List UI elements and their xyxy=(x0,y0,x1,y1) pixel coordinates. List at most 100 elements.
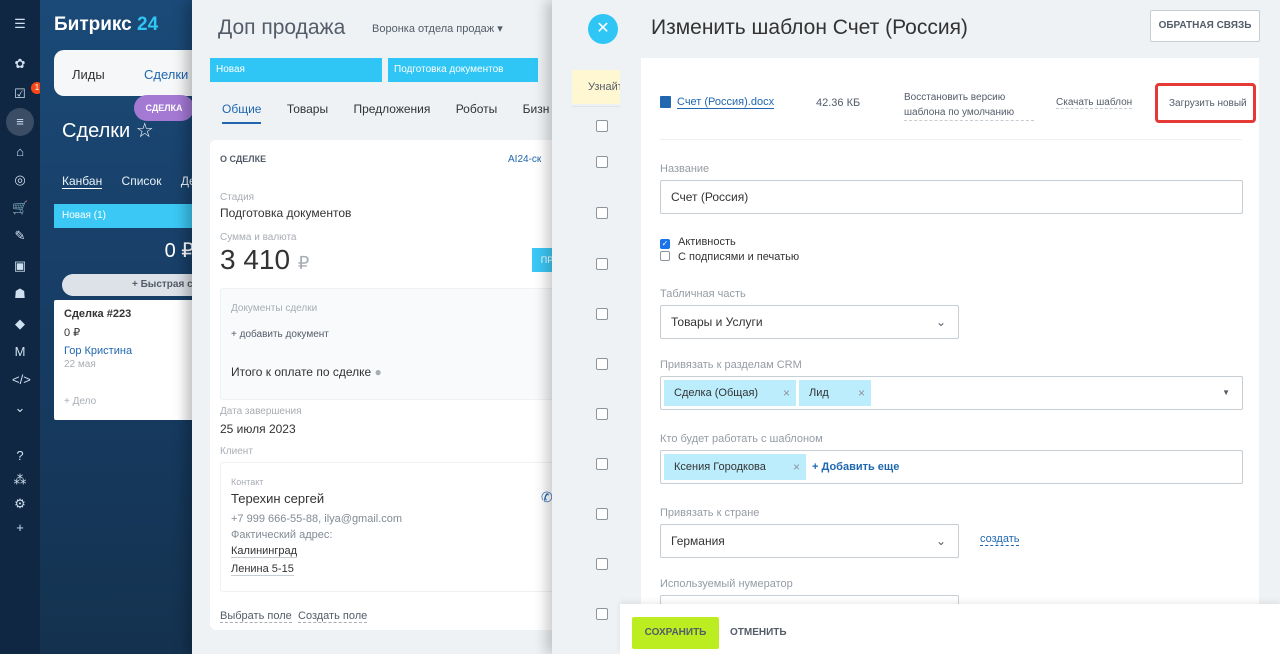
create-country-link[interactable]: создать xyxy=(980,533,1020,546)
menu-leads[interactable]: Лиды xyxy=(72,67,105,82)
star-icon[interactable]: ☆ xyxy=(136,120,154,142)
tab-general[interactable]: Общие xyxy=(222,102,262,124)
stage-new[interactable]: Новая xyxy=(210,58,382,82)
tab-business[interactable]: Бизн xyxy=(523,102,550,116)
cancel-button[interactable]: ОТМЕНИТЬ xyxy=(730,617,787,649)
contact-card-icon[interactable]: ▣ xyxy=(12,258,28,274)
client-block: Контакт Терехин сергей +7 999 666-55-88,… xyxy=(220,462,560,592)
crm-tag: Сделка (Общая) × xyxy=(664,380,796,406)
tab-kanban[interactable]: Канбан xyxy=(62,174,103,189)
help-icon[interactable]: ? xyxy=(12,448,28,464)
deal-card-sum: 0 ₽ xyxy=(64,327,81,339)
tab-offers[interactable]: Предложения xyxy=(353,102,430,116)
numerator-select[interactable] xyxy=(660,595,959,604)
table-part-select[interactable]: Товары и Услуги ⌄ xyxy=(660,305,959,339)
deal-card-add-task[interactable]: + Дело xyxy=(64,396,194,407)
row-checkbox[interactable] xyxy=(596,558,608,570)
info-icon: ● xyxy=(374,365,382,379)
remove-tag-icon[interactable]: × xyxy=(783,380,790,406)
target-icon[interactable]: ◎ xyxy=(12,172,28,188)
upload-new-highlight: Загрузить новый xyxy=(1155,83,1256,123)
crm-sections-field[interactable]: Сделка (Общая) × Лид × ▼ xyxy=(660,376,1243,410)
name-input[interactable]: Счет (Россия) xyxy=(660,180,1243,214)
storage-icon[interactable]: ◆ xyxy=(12,316,28,332)
tab-robots[interactable]: Роботы xyxy=(456,102,498,116)
sign-icon[interactable]: ✎ xyxy=(12,228,28,244)
more-icon[interactable]: ⌄ xyxy=(12,400,28,416)
active-checkbox[interactable]: ✓ xyxy=(660,239,670,249)
shop-cart-icon[interactable]: 🛒 xyxy=(12,200,28,216)
stage-value: Подготовка документов xyxy=(220,206,352,220)
remove-tag-icon[interactable]: × xyxy=(858,380,865,406)
editor-footer: СОХРАНИТЬ ОТМЕНИТЬ xyxy=(620,604,1280,654)
tab-list[interactable]: Список xyxy=(122,174,162,188)
add-plus-icon[interactable]: + xyxy=(12,520,28,536)
tab-products[interactable]: Товары xyxy=(287,102,328,116)
stamps-checkbox[interactable] xyxy=(660,251,670,261)
sum-value: 3 410 ₽ xyxy=(220,244,310,275)
end-date-label: Дата завершения xyxy=(220,406,302,417)
create-field-link[interactable]: Создать поле xyxy=(298,610,368,623)
download-template-link[interactable]: Скачать шаблон xyxy=(1056,97,1133,109)
crm-funnel-icon[interactable]: ≡ xyxy=(12,114,28,130)
bitrix-logo: Битрикс 24 xyxy=(54,14,159,35)
kanban-deal-card[interactable]: Сделка #223 0 ₽ Гор Кристина 22 мая + Де… xyxy=(54,300,204,420)
add-more-link[interactable]: + Добавить еще xyxy=(812,451,899,483)
upload-new-link[interactable]: Загрузить новый xyxy=(1169,98,1247,109)
feedback-button[interactable]: ОБРАТНАЯ СВЯЗЬ xyxy=(1150,10,1260,42)
row-checkbox[interactable] xyxy=(596,258,608,270)
crm-tag: Лид × xyxy=(799,380,871,406)
remove-tag-icon[interactable]: × xyxy=(793,454,800,480)
deal-card-contact[interactable]: Гор Кристина xyxy=(64,345,194,357)
file-size: 42.36 КБ xyxy=(816,97,861,109)
row-checkbox[interactable] xyxy=(596,120,608,132)
phone-icon[interactable]: ✆ xyxy=(541,489,553,506)
row-checkbox[interactable] xyxy=(596,308,608,320)
add-document-link[interactable]: + добавить документ xyxy=(231,329,329,340)
row-checkbox[interactable] xyxy=(596,458,608,470)
top-menu: Лиды Сделки xyxy=(54,50,204,96)
file-row: Счет (Россия).docx 42.36 КБ Восстановить… xyxy=(660,83,1256,140)
name-label: Название xyxy=(660,163,710,175)
row-checkbox[interactable] xyxy=(596,408,608,420)
robot-icon[interactable]: ☗ xyxy=(12,286,28,302)
row-checkbox[interactable] xyxy=(596,207,608,219)
dropdown-caret-icon[interactable]: ▼ xyxy=(1222,377,1230,409)
structure-icon[interactable]: ⁂ xyxy=(12,472,28,488)
save-button[interactable]: СОХРАНИТЬ xyxy=(632,617,719,649)
company-icon[interactable]: ⌂ xyxy=(12,144,28,160)
deal-card-title[interactable]: Сделка #223 xyxy=(64,308,194,320)
tasks-icon[interactable]: ☑ xyxy=(12,86,28,102)
file-name-link[interactable]: Счет (Россия).docx xyxy=(677,96,775,109)
close-slider-button[interactable]: ✕ xyxy=(588,14,618,44)
marketing-icon[interactable]: M xyxy=(12,344,28,360)
active-checkbox-row[interactable]: ✓ Активность xyxy=(660,236,736,249)
deal-tabs: Общие Товары Предложения Роботы Бизн xyxy=(222,102,571,124)
country-select[interactable]: Германия ⌄ xyxy=(660,524,959,558)
contact-info: +7 999 666-55-88, ilya@gmail.com xyxy=(231,513,403,525)
quick-add-button[interactable]: + Быстрая с xyxy=(62,274,202,296)
address-street[interactable]: Ленина 5-15 xyxy=(231,563,294,576)
row-checkbox[interactable] xyxy=(596,156,608,168)
ai-label[interactable]: AI24-ск xyxy=(508,154,541,165)
user-tag: Ксения Городкова × xyxy=(664,454,806,480)
stage-docs-prep[interactable]: Подготовка документов xyxy=(388,58,538,82)
developer-icon[interactable]: </> xyxy=(12,372,31,388)
row-checkbox[interactable] xyxy=(596,358,608,370)
menu-icon[interactable]: ☰ xyxy=(12,16,28,32)
users-field[interactable]: Ксения Городкова × + Добавить еще xyxy=(660,450,1243,484)
row-checkbox[interactable] xyxy=(596,508,608,520)
row-checkbox[interactable] xyxy=(596,608,608,620)
choose-field-link[interactable]: Выбрать поле xyxy=(220,610,292,623)
template-form-card: Счет (Россия).docx 42.36 КБ Восстановить… xyxy=(641,58,1259,604)
contact-name[interactable]: Терехин сергей xyxy=(231,491,324,506)
settings-gear-icon[interactable]: ⚙ xyxy=(12,496,28,512)
documents-block: Документы сделки + добавить документ Ито… xyxy=(220,288,560,400)
stamps-checkbox-row[interactable]: С подписями и печатью xyxy=(660,251,799,263)
activity-icon[interactable]: ✿ xyxy=(12,56,28,72)
restore-default-link[interactable]: Восстановить версию шаблона по умолчанию xyxy=(904,90,1034,121)
address-city[interactable]: Калининград xyxy=(231,545,298,558)
deal-funnel[interactable]: Воронка отдела продаж ▾ xyxy=(372,22,503,35)
menu-deals[interactable]: Сделки xyxy=(144,67,188,82)
stage-label: Стадия xyxy=(220,192,255,203)
